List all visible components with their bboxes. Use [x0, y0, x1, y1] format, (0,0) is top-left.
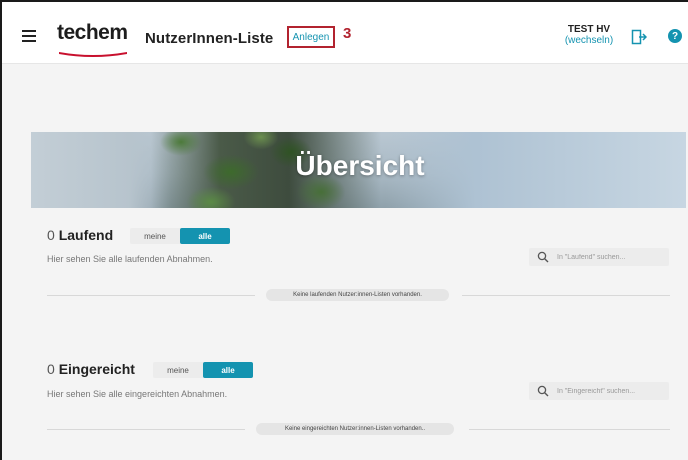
section-label: Laufend: [58, 227, 114, 243]
logo-text: techem: [57, 21, 128, 44]
banner-title: Übersicht: [295, 150, 425, 181]
toggle-all[interactable]: alle: [180, 228, 230, 244]
divider-left: [47, 429, 245, 430]
user-info: TEST HV (wechseln): [560, 24, 618, 46]
annotation-number: 3: [343, 25, 352, 42]
left-border: [0, 0, 2, 460]
search-submitted[interactable]: [529, 382, 669, 400]
section-count: 0: [47, 227, 55, 243]
empty-message: Keine eingereichten Nutzer:innen-Listen …: [256, 423, 454, 435]
section-title-submitted: 0 Eingereicht: [47, 361, 135, 377]
techem-logo[interactable]: techem: [57, 21, 129, 57]
create-button[interactable]: Anlegen: [287, 26, 335, 48]
switch-user-link[interactable]: (wechseln): [560, 35, 618, 46]
search-input[interactable]: [557, 387, 662, 395]
search-running[interactable]: [529, 248, 669, 266]
toggle-mine[interactable]: meine: [153, 362, 203, 378]
user-name: TEST HV: [567, 24, 611, 35]
search-icon: [537, 385, 549, 397]
logo-swoosh: [59, 52, 127, 57]
menu-icon[interactable]: [22, 30, 36, 42]
logout-icon[interactable]: [631, 29, 647, 45]
toggle-mine[interactable]: meine: [130, 228, 180, 244]
help-icon[interactable]: ?: [668, 29, 682, 43]
search-input[interactable]: [557, 253, 662, 261]
filter-toggle-submitted: meine alle: [153, 362, 253, 378]
section-title-running: 0 Laufend: [47, 227, 113, 243]
divider-right: [469, 429, 670, 430]
filter-toggle-running: meine alle: [130, 228, 230, 244]
divider-right: [462, 295, 670, 296]
toggle-all[interactable]: alle: [203, 362, 253, 378]
section-description: Hier sehen Sie alle eingereichten Abnahm…: [47, 389, 228, 399]
section-description: Hier sehen Sie alle laufenden Abnahmen.: [47, 254, 213, 264]
page-title: NutzerInnen-Liste: [145, 30, 274, 47]
section-label: Eingereicht: [58, 361, 135, 377]
overview-banner: Übersicht: [31, 132, 686, 208]
section-count: 0: [47, 361, 55, 377]
divider-left: [47, 295, 255, 296]
search-icon: [537, 251, 549, 263]
empty-message: Keine laufenden Nutzer:innen-Listen vorh…: [266, 289, 449, 301]
